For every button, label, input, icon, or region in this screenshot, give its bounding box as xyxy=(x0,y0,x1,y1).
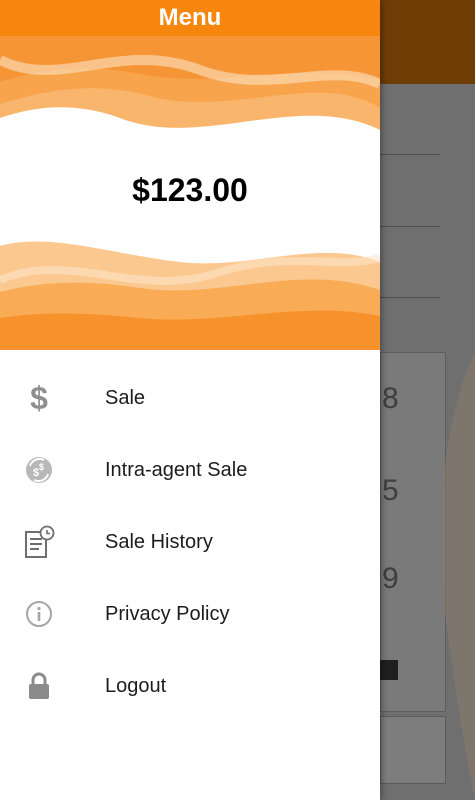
balance-amount: $123.00 xyxy=(132,172,248,208)
currency-exchange-icon: $ $ xyxy=(0,434,78,506)
dollar-icon: $ xyxy=(30,379,48,416)
menu-item-sale-history[interactable]: Sale History xyxy=(0,506,380,578)
menu-item-label: Sale History xyxy=(105,530,213,553)
menu-item-logout[interactable]: Logout xyxy=(0,650,380,722)
background-digit: 9 xyxy=(382,562,399,595)
background-divider xyxy=(380,226,440,227)
info-icon xyxy=(0,578,78,650)
lock-icon xyxy=(0,650,78,722)
drawer-header: Menu $123.00 xyxy=(0,0,380,350)
menu-item-label: Intra-agent Sale xyxy=(105,458,248,481)
navigation-drawer: Menu $123.00 $ Sale $ $ Intra-agent Sale xyxy=(0,0,380,800)
menu-item-intra-agent-sale[interactable]: $ $ Intra-agent Sale xyxy=(0,434,380,506)
menu-item-label: Sale xyxy=(105,386,146,409)
menu-item-label: Privacy Policy xyxy=(105,602,230,625)
svg-text:$: $ xyxy=(39,462,44,472)
background-badge xyxy=(380,660,398,680)
drawer-menu: $ Sale $ $ Intra-agent Sale Sale History… xyxy=(0,362,380,722)
menu-item-privacy-policy[interactable]: Privacy Policy xyxy=(0,578,380,650)
background-divider xyxy=(380,154,440,155)
drawer-title: Menu xyxy=(158,4,222,31)
background-divider xyxy=(380,297,440,298)
menu-item-label: Logout xyxy=(105,674,167,697)
background-field xyxy=(380,716,446,784)
history-document-icon xyxy=(0,506,78,578)
background-digit: 5 xyxy=(382,474,399,507)
drawer-title-bar: Menu xyxy=(0,0,380,36)
menu-item-sale[interactable]: $ Sale xyxy=(0,362,380,434)
background-digit: 8 xyxy=(382,382,399,415)
